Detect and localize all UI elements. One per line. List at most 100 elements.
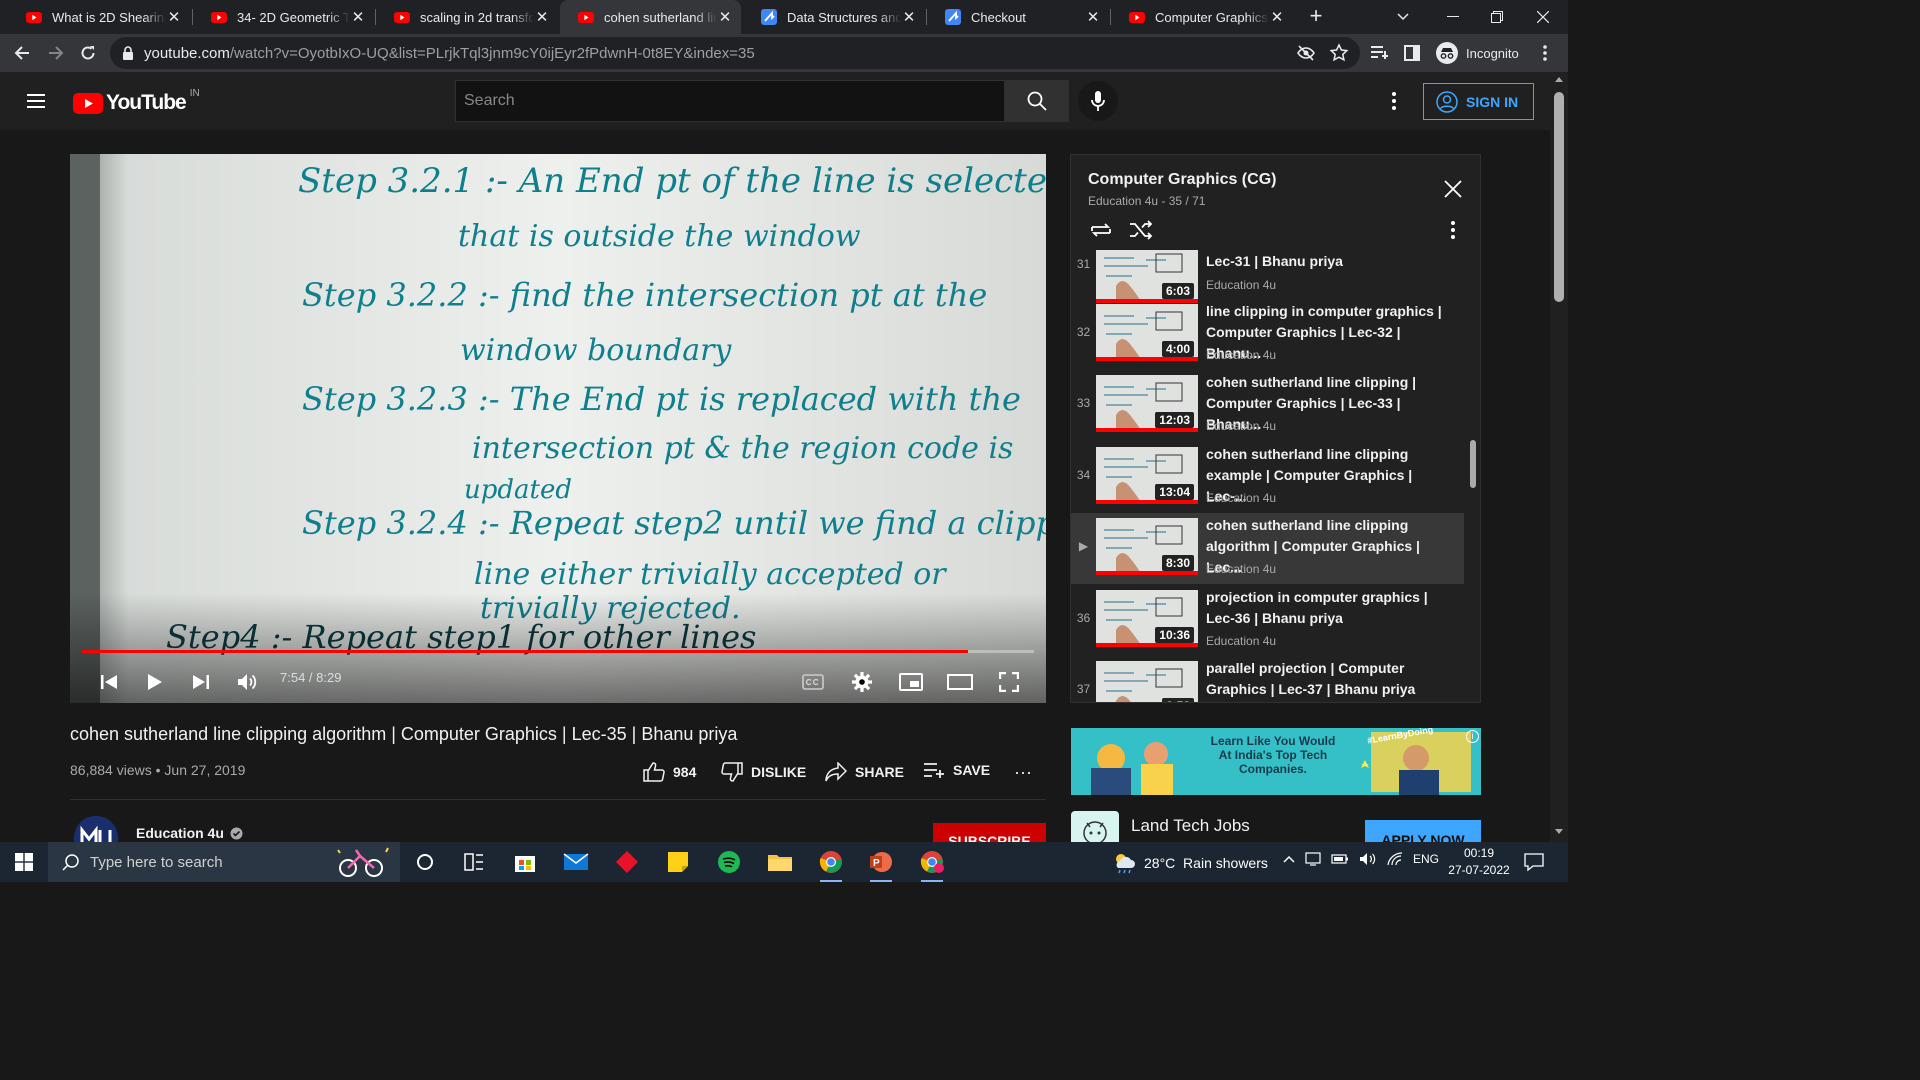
- minimize-button[interactable]: [1430, 0, 1476, 34]
- youtube-logo[interactable]: YouTube IN: [73, 88, 200, 115]
- close-tab-icon[interactable]: ✕: [1085, 8, 1101, 26]
- file-explorer-button[interactable]: [765, 847, 795, 877]
- cortana-icon: [417, 854, 433, 870]
- settings-menu-icon[interactable]: [1382, 89, 1406, 113]
- restore-button[interactable]: [1474, 0, 1520, 34]
- playlist-scrollbar-thumb[interactable]: [1470, 440, 1476, 488]
- ad-banner[interactable]: Learn Like You Would At India's Top Tech…: [1071, 728, 1481, 795]
- like-button[interactable]: 984: [643, 762, 696, 782]
- dislike-button[interactable]: DISLIKE: [721, 762, 806, 782]
- speaker-icon[interactable]: [1359, 852, 1377, 866]
- bookmark-star-icon[interactable]: [1329, 43, 1349, 63]
- taskbar-search-input[interactable]: Type here to search: [48, 842, 400, 882]
- forward-button[interactable]: [42, 39, 70, 67]
- tab[interactable]: What is 2D Shearing E✕: [8, 0, 190, 34]
- view-count: 86,884 views: [70, 762, 152, 778]
- battery-icon[interactable]: [1331, 854, 1349, 864]
- office-app-button[interactable]: [612, 847, 642, 877]
- tab[interactable]: 34- 2D Geometric Tra ✕: [193, 0, 374, 34]
- tab[interactable]: cohen sutherland line ✕: [560, 0, 741, 34]
- search-input[interactable]: Search: [455, 80, 1005, 122]
- store-app-button[interactable]: [510, 847, 540, 877]
- scroll-down-icon[interactable]: [1555, 829, 1563, 835]
- loop-playlist-icon[interactable]: [1088, 219, 1114, 241]
- page-scrollbar-thumb[interactable]: [1554, 92, 1564, 302]
- captions-button[interactable]: [795, 664, 831, 700]
- shuffle-icon[interactable]: [1128, 219, 1154, 241]
- url-text[interactable]: youtube.com/watch?v=OyotbIxO-UQ&list=PLr…: [144, 45, 755, 62]
- powerpoint-button[interactable]: P: [866, 847, 896, 882]
- chrome-button[interactable]: [816, 847, 846, 882]
- notification-center-icon[interactable]: [1524, 852, 1544, 872]
- eye-off-icon[interactable]: [1296, 43, 1316, 63]
- channel-name[interactable]: Education 4u: [136, 825, 243, 841]
- share-button[interactable]: SHARE: [825, 762, 904, 782]
- start-button[interactable]: [0, 842, 48, 882]
- ad-info-icon[interactable]: i: [1466, 730, 1479, 743]
- save-button[interactable]: SAVE: [923, 762, 990, 778]
- hamburger-menu-icon[interactable]: [24, 89, 48, 113]
- voice-search-button[interactable]: [1078, 81, 1118, 121]
- page-scrollbar[interactable]: [1550, 72, 1568, 842]
- media-queue-icon[interactable]: [1370, 44, 1390, 62]
- tab[interactable]: Checkout ✕: [927, 0, 1109, 34]
- playlist-item[interactable]: 36 10:36 projection in computer graphics |…: [1071, 585, 1464, 656]
- close-tab-icon[interactable]: ✕: [534, 8, 550, 26]
- miniplayer-button[interactable]: [893, 664, 929, 700]
- fullscreen-button[interactable]: [991, 664, 1027, 700]
- close-tab-icon[interactable]: ✕: [166, 8, 182, 26]
- tab[interactable]: Computer Graphics ar✕: [1111, 0, 1293, 34]
- close-tab-icon[interactable]: ✕: [350, 8, 366, 26]
- close-tab-icon[interactable]: ✕: [901, 8, 917, 26]
- new-tab-button[interactable]: +: [1303, 4, 1329, 30]
- close-tab-icon[interactable]: ✕: [717, 8, 733, 26]
- search-button[interactable]: [1005, 80, 1069, 122]
- mail-app-button[interactable]: [561, 847, 591, 877]
- previous-button[interactable]: [91, 664, 127, 700]
- tab[interactable]: scaling in 2d transfor ✕: [376, 0, 558, 34]
- more-actions-button[interactable]: ···: [1014, 762, 1032, 783]
- sponsor-name[interactable]: Land Tech Jobs: [1131, 816, 1250, 836]
- play-button[interactable]: [137, 664, 173, 700]
- language-indicator[interactable]: ENG: [1413, 852, 1439, 866]
- playlist-item[interactable]: ▶ 8:30 cohen sutherland line clipping algo…: [1071, 513, 1464, 584]
- tab-search-button[interactable]: [1380, 0, 1426, 34]
- browser-toolbar: youtube.com/watch?v=OyotbIxO-UQ&list=PLr…: [0, 34, 1568, 72]
- close-tab-icon[interactable]: ✕: [1269, 8, 1285, 26]
- close-window-button[interactable]: [1520, 0, 1566, 34]
- playlist-title[interactable]: Computer Graphics (CG): [1088, 171, 1276, 189]
- lock-icon[interactable]: [122, 45, 134, 61]
- side-panel-icon[interactable]: [1404, 44, 1420, 62]
- back-button[interactable]: [8, 39, 36, 67]
- chrome-profile-button[interactable]: [917, 847, 947, 882]
- playlist-item[interactable]: 37 6:52 parallel projection | Computer Gra…: [1071, 656, 1464, 702]
- wifi-icon[interactable]: [1387, 852, 1403, 866]
- weather-widget[interactable]: 28°C Rain showers: [1112, 852, 1268, 874]
- next-button[interactable]: [183, 664, 219, 700]
- playlist-item[interactable]: 32 4:00 line clipping in computer graphics…: [1071, 299, 1464, 370]
- spotify-button[interactable]: [714, 847, 744, 877]
- close-playlist-icon[interactable]: [1443, 179, 1463, 199]
- reload-button[interactable]: [74, 39, 102, 67]
- sticky-notes-button[interactable]: [663, 847, 693, 877]
- task-view-button[interactable]: [410, 847, 440, 877]
- clock[interactable]: 00:19 27-07-2022: [1440, 845, 1518, 879]
- tab[interactable]: Data Structures and A✕: [743, 0, 925, 34]
- theater-mode-button[interactable]: [942, 664, 978, 700]
- scroll-up-icon[interactable]: [1555, 76, 1563, 82]
- sign-in-button[interactable]: SIGN IN: [1423, 83, 1534, 120]
- settings-button[interactable]: [844, 664, 880, 700]
- address-bar[interactable]: youtube.com/watch?v=OyotbIxO-UQ&list=PLr…: [110, 37, 1360, 69]
- chevron-up-icon[interactable]: [1283, 855, 1295, 863]
- youtube-icon: [394, 12, 410, 23]
- playlist-item[interactable]: 33 12:03 cohen sutherland line clipping | …: [1071, 370, 1464, 441]
- task-view-button-2[interactable]: [459, 847, 489, 877]
- profile-button[interactable]: Incognito: [1432, 39, 1525, 67]
- browser-menu-icon[interactable]: [1543, 45, 1547, 61]
- video-player[interactable]: Step 3.2.1 :- An End pt of the line is s…: [70, 154, 1046, 703]
- playlist-menu-icon[interactable]: [1447, 219, 1459, 241]
- playlist-item[interactable]: 34 13:04 cohen sutherland line clipping ex…: [1071, 442, 1464, 513]
- mute-button[interactable]: [230, 664, 266, 700]
- progress-bar[interactable]: [82, 650, 1034, 653]
- display-icon[interactable]: [1305, 852, 1321, 866]
